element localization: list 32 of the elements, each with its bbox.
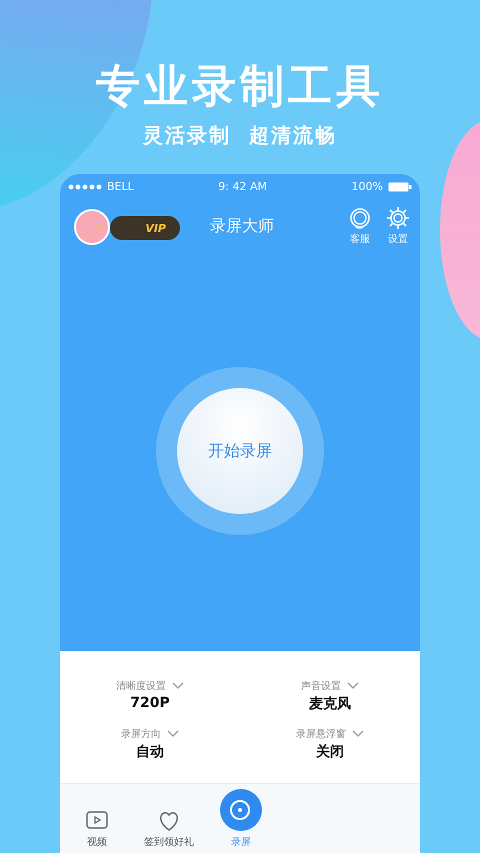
setting-value: 720P [130,695,170,711]
battery-percent: 100% [352,180,383,193]
setting-dropdown[interactable]: 声音设置 [301,679,359,693]
heart-icon [157,810,181,832]
chevron-down-icon [172,682,184,690]
vip-badge[interactable]: VIP [110,216,180,240]
header-action-button[interactable]: 设置 [386,206,410,246]
tab[interactable]: 视频 [68,810,126,849]
setting-value: 自动 [136,743,164,761]
app-title: 录屏大师 [209,216,275,236]
video-icon [85,810,109,832]
subheadline: 灵活录制 超清流畅 [143,122,337,149]
settings-icon [386,206,410,230]
setting-dropdown[interactable]: 录屏方向 [121,727,179,741]
setting-value: 麦克风 [309,695,351,713]
chevron-down-icon [352,730,364,738]
setting-dropdown[interactable]: 录屏悬浮窗 [296,727,364,741]
chevron-down-icon [347,682,359,690]
tab[interactable]: 录屏 [212,786,270,849]
clock: 9: 42 AM [218,180,268,193]
tab[interactable]: 签到领好礼 [140,810,198,849]
headset-icon [348,206,372,230]
headline: 专业录制工具 [96,60,384,114]
header-action-button[interactable]: 客服 [348,206,372,246]
record-icon [219,788,263,832]
setting-dropdown[interactable]: 清晰度设置 [116,679,184,693]
start-recording-button[interactable]: 开始录屏 [177,388,303,514]
chevron-down-icon [167,730,179,738]
carrier: BELL [107,180,134,193]
signal-icon [68,184,102,190]
setting-value: 关闭 [316,743,344,761]
battery-icon [388,182,412,192]
